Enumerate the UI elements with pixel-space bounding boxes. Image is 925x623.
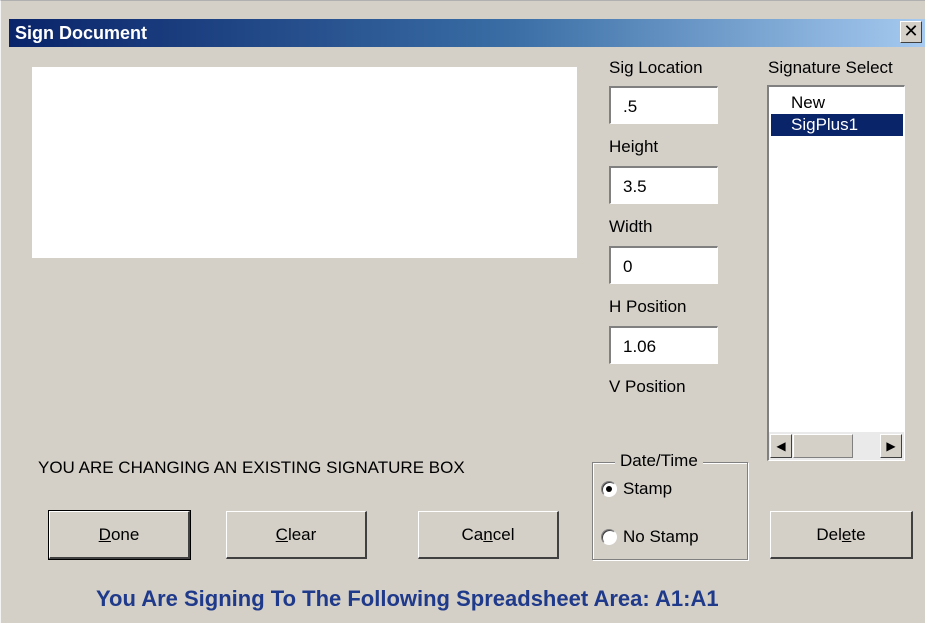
delete-label-post: te bbox=[851, 525, 866, 544]
close-button[interactable]: ✕ bbox=[900, 21, 922, 43]
list-item-sigplus1[interactable]: SigPlus1 bbox=[771, 114, 903, 136]
title-bar[interactable]: Sign Document ✕ bbox=[9, 19, 925, 47]
done-button[interactable]: Done bbox=[48, 510, 191, 560]
height-field[interactable]: 3.5 bbox=[609, 166, 718, 204]
cancel-label-post: cel bbox=[492, 525, 515, 544]
status-message: YOU ARE CHANGING AN EXISTING SIGNATURE B… bbox=[38, 458, 465, 477]
sign-document-dialog: Sign Document ✕ Sig Location .5 Height 3… bbox=[0, 0, 925, 623]
list-item-new[interactable]: New bbox=[771, 92, 903, 114]
stamp-radio-label[interactable]: Stamp bbox=[623, 479, 672, 499]
signature-capture-area[interactable] bbox=[32, 67, 577, 258]
radio-selected-dot bbox=[606, 486, 612, 492]
cancel-label-pre: Ca bbox=[461, 525, 484, 544]
cancel-button[interactable]: Cancel bbox=[418, 511, 559, 559]
signature-select-list[interactable]: New SigPlus1 ◀ ▶ bbox=[767, 85, 905, 461]
delete-button[interactable]: Delete bbox=[770, 511, 913, 559]
sig-location-field[interactable]: .5 bbox=[609, 86, 718, 124]
sig-location-label: Sig Location bbox=[609, 58, 703, 77]
date-time-legend: Date/Time bbox=[615, 451, 703, 471]
clear-label-post: lear bbox=[287, 525, 317, 544]
width-field[interactable]: 0 bbox=[609, 246, 718, 284]
height-label: Height bbox=[609, 137, 659, 156]
arrow-right-icon: ▶ bbox=[886, 439, 896, 453]
close-icon: ✕ bbox=[903, 21, 919, 41]
stamp-radio[interactable] bbox=[601, 481, 617, 497]
h-position-field[interactable]: 1.06 bbox=[609, 326, 718, 364]
done-label-post: one bbox=[110, 525, 140, 544]
arrow-left-icon: ◀ bbox=[776, 439, 786, 453]
signature-select-label: Signature Select bbox=[768, 58, 893, 77]
scroll-left-button[interactable]: ◀ bbox=[770, 434, 792, 458]
horizontal-scrollbar[interactable]: ◀ ▶ bbox=[769, 432, 904, 460]
clear-button[interactable]: Clear bbox=[226, 511, 367, 559]
width-label: Width bbox=[609, 217, 653, 236]
done-accelerator: D bbox=[98, 525, 111, 544]
no-stamp-radio[interactable] bbox=[601, 529, 617, 545]
v-position-label: V Position bbox=[609, 377, 686, 396]
h-position-label: H Position bbox=[609, 297, 687, 316]
delete-label-pre: Del bbox=[816, 525, 842, 544]
cancel-accelerator: n bbox=[483, 525, 493, 544]
clear-accelerator: C bbox=[275, 525, 288, 544]
scroll-thumb[interactable] bbox=[793, 434, 853, 458]
date-time-group: Date/Time Stamp No Stamp bbox=[592, 451, 748, 560]
window-title: Sign Document bbox=[15, 23, 148, 43]
spreadsheet-area-status: You Are Signing To The Following Spreads… bbox=[96, 586, 719, 611]
scroll-right-button[interactable]: ▶ bbox=[880, 434, 902, 458]
no-stamp-radio-label[interactable]: No Stamp bbox=[623, 527, 699, 547]
delete-accelerator: e bbox=[841, 525, 852, 544]
